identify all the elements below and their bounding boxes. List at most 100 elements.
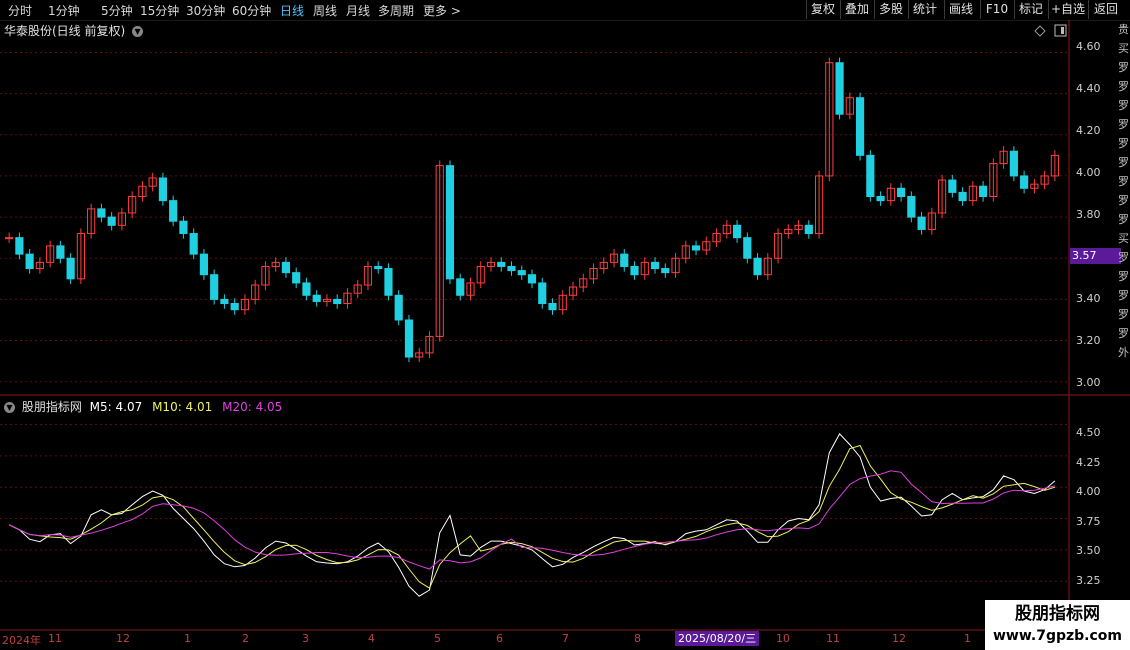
m5-line (8, 433, 1056, 597)
candle-body (804, 224, 813, 235)
candle-body (333, 298, 342, 305)
candle-body (281, 261, 291, 274)
candle-body (404, 319, 414, 358)
candle-body (15, 237, 24, 255)
candle-body (691, 245, 701, 251)
price-tick-400: 4.00 (1076, 166, 1101, 179)
chevron-down-icon[interactable]: ▼ (4, 402, 15, 413)
side-char: 外 (1118, 346, 1129, 359)
candle-body (948, 179, 957, 193)
candle-body (66, 257, 75, 280)
m5-value: M5: 4.07 (89, 400, 143, 414)
price-tick-440: 4.40 (1076, 82, 1101, 95)
candle-body (302, 282, 311, 296)
date-tick: 2 (242, 632, 249, 645)
side-char: 买 (1118, 42, 1129, 55)
candle-body (958, 191, 967, 202)
candle-body (497, 261, 506, 267)
candle-body (917, 216, 926, 230)
diamond-icon[interactable] (1034, 25, 1046, 37)
candle-body (630, 265, 639, 276)
date-tick: 11 (48, 632, 62, 645)
side-char: 贵 (1118, 23, 1129, 36)
m10-line (8, 444, 1056, 589)
candle-body (896, 187, 906, 198)
side-char: 罗 (1118, 194, 1129, 207)
side-panel-strip: 贵 买 罗 罗 罗 罗 罗 罗 罗 罗 罗 买 罗 罗 罗 罗 罗 外 (1118, 20, 1130, 390)
candle-body (189, 233, 198, 255)
side-char: 罗 (1118, 99, 1129, 112)
watermark: 股朋指标网 www.7gpzb.com (985, 600, 1130, 650)
candle-body (220, 298, 229, 305)
candle-body (835, 62, 844, 115)
candle-body (979, 185, 988, 198)
side-char: 罗 (1118, 156, 1129, 169)
candle-body (158, 177, 168, 202)
candle-body (230, 303, 239, 311)
candle-body (292, 272, 301, 284)
side-char: 罗 (1118, 118, 1129, 131)
price-tick-380: 3.80 (1076, 208, 1101, 221)
candle-body (25, 253, 34, 270)
candle-body (753, 257, 762, 276)
candle-body (5, 237, 14, 240)
candle-body (1009, 150, 1018, 177)
m10-value: M10: 4.01 (152, 400, 213, 414)
date-tick: 4 (368, 632, 375, 645)
ind-tick-425: 4.25 (1076, 456, 1101, 469)
candle-body (866, 154, 875, 198)
candle-body (661, 268, 670, 274)
candle-body (97, 208, 106, 218)
indicator-title: ▼ 股朋指标网 M5: 4.07 M10: 4.01 M20: 4.05 (4, 398, 282, 415)
watermark-url: www.7gpzb.com (992, 628, 1122, 644)
candle-body (169, 200, 178, 222)
date-tick: 1 (184, 632, 191, 645)
side-char: 罗 (1118, 327, 1129, 340)
candle-body (56, 245, 65, 259)
date-tick: 12 (116, 632, 130, 645)
candle-body (732, 224, 742, 239)
candle-body (876, 196, 885, 202)
date-tick: 12 (892, 632, 906, 645)
date-tick: 3 (302, 632, 309, 645)
price-tick-300: 3.00 (1076, 376, 1101, 389)
maximize-icon-inner (1061, 27, 1064, 34)
candle-body (907, 196, 916, 218)
candle-body (179, 220, 188, 235)
date-tick: 7 (562, 632, 569, 645)
date-tick: 5 (434, 632, 441, 645)
date-tick: 8 (634, 632, 641, 645)
candle-body (855, 97, 865, 156)
candle-body (650, 261, 660, 270)
ind-tick-350: 3.50 (1076, 544, 1101, 557)
window-icons (1034, 24, 1067, 37)
side-char: 买 (1118, 232, 1129, 245)
candle-body (107, 216, 116, 226)
candle-body (620, 253, 629, 267)
current-price-tag: 3.57 (1070, 248, 1121, 264)
price-tick-460: 4.60 (1076, 40, 1101, 53)
side-char: 罗 (1118, 175, 1129, 188)
m20-line (8, 470, 1056, 570)
side-char: 罗 (1118, 289, 1129, 302)
ind-tick-450: 4.50 (1076, 426, 1101, 439)
date-tick: 1 (964, 632, 971, 645)
candle-body (743, 237, 752, 259)
candle-body (374, 265, 383, 270)
indicator-name: 股朋指标网 (21, 400, 82, 414)
ind-tick-375: 3.75 (1076, 515, 1101, 528)
candle-body (548, 303, 557, 311)
candle-body (527, 274, 537, 284)
maximize-icon[interactable] (1054, 24, 1067, 37)
candle-body (312, 294, 321, 302)
candle-body (210, 274, 219, 300)
crosshair-date: 2025/08/20/三 (675, 631, 760, 646)
watermark-title: 股朋指标网 (1015, 604, 1100, 624)
candle-body (507, 265, 516, 272)
side-char: 罗 (1118, 270, 1129, 283)
candle-body (384, 268, 393, 296)
date-tick: 10 (776, 632, 790, 645)
ind-tick-400: 4.00 (1076, 485, 1101, 498)
ind-tick-325: 3.25 (1076, 574, 1101, 587)
date-tick: 11 (826, 632, 840, 645)
